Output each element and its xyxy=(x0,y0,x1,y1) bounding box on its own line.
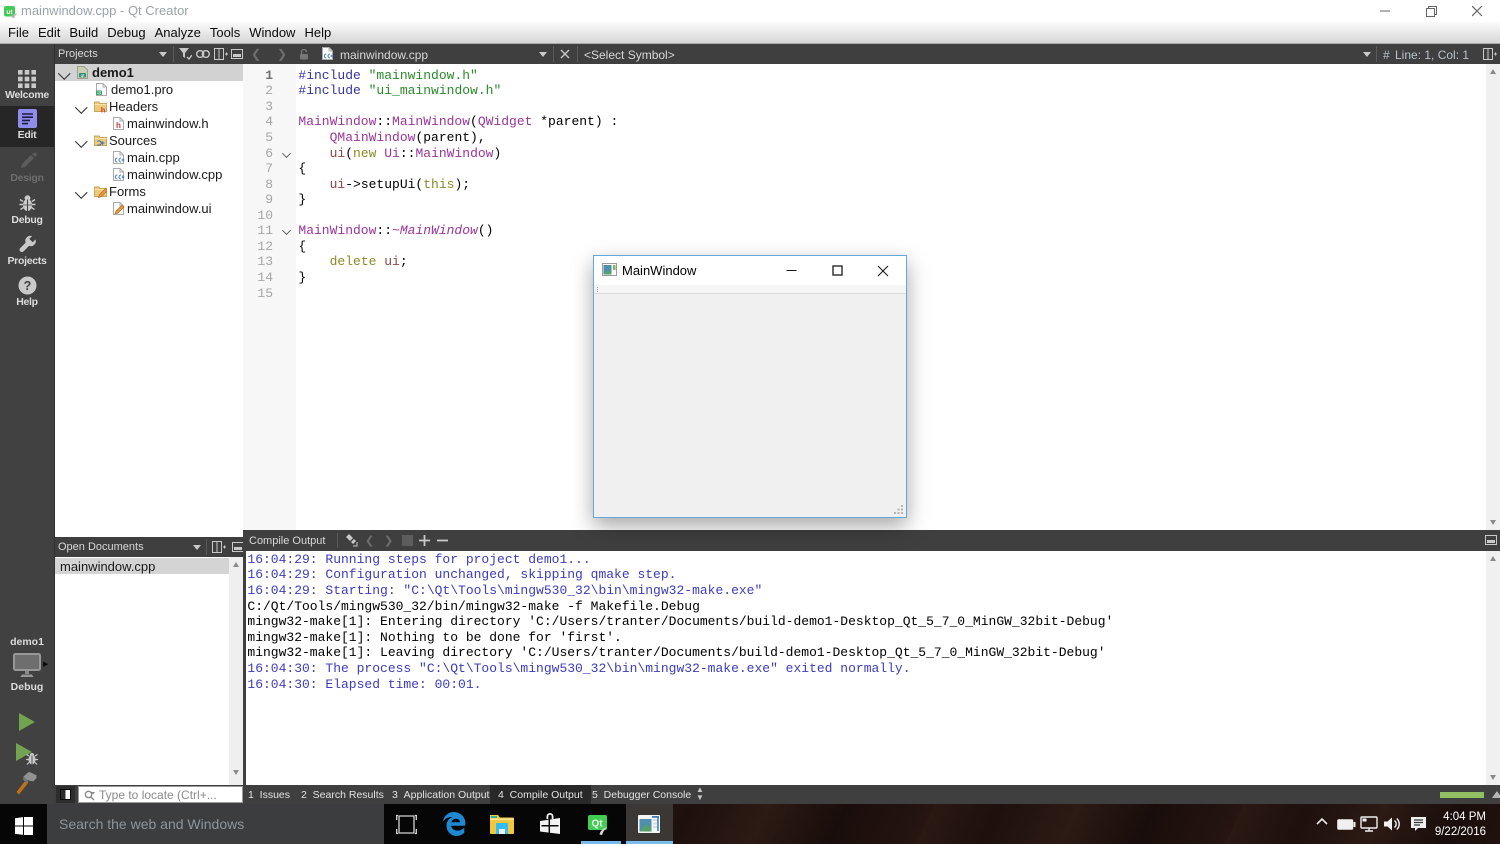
svg-text:?: ? xyxy=(23,279,31,293)
svg-text:Qt: Qt xyxy=(591,818,603,829)
svg-text:ut: ut xyxy=(6,9,13,16)
